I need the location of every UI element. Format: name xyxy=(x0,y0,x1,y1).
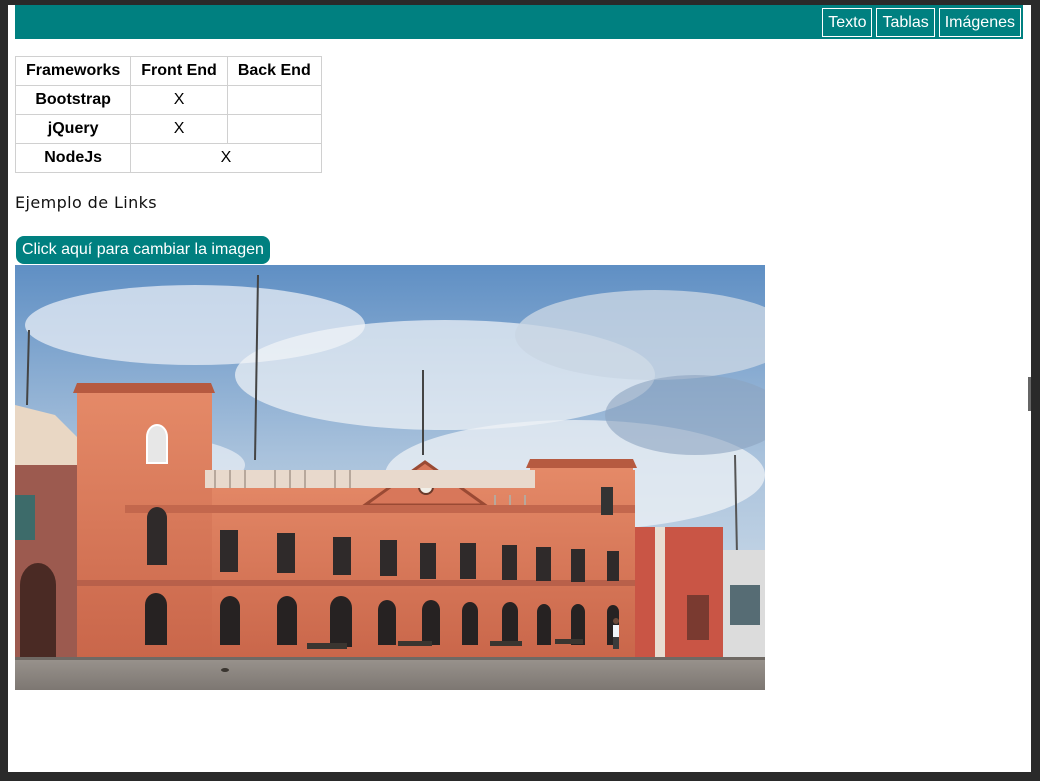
nav-link-texto[interactable]: Texto xyxy=(822,8,873,37)
table-row: jQuery X xyxy=(14,114,322,144)
navbar: Texto Tablas Imágenes xyxy=(15,5,1023,39)
scroll-edge-marker xyxy=(1028,377,1031,411)
cell-front-end: X xyxy=(130,85,228,115)
nav-link-imagenes[interactable]: Imágenes xyxy=(938,8,1021,37)
header-back-end: Back End xyxy=(226,56,322,86)
row-name-jquery: jQuery xyxy=(14,114,132,144)
table-row: NodeJs X xyxy=(14,143,322,173)
table-header-row: Frameworks Front End Back End xyxy=(14,56,322,86)
cell-back-end xyxy=(226,85,322,115)
cell-front-back-end: X xyxy=(130,143,322,173)
nav-links: Texto Tablas Imágenes xyxy=(822,8,1021,37)
frameworks-table: Frameworks Front End Back End Bootstrap … xyxy=(14,56,322,173)
header-frameworks: Frameworks xyxy=(14,56,132,86)
row-name-nodejs: NodeJs xyxy=(14,143,132,173)
change-image-button[interactable]: Click aquí para cambiar la imagen xyxy=(16,236,270,264)
nav-link-tablas[interactable]: Tablas xyxy=(876,8,935,37)
row-name-bootstrap: Bootstrap xyxy=(14,85,132,115)
page: Texto Tablas Imágenes Frameworks Front E… xyxy=(8,5,1031,772)
colonial-building-photo xyxy=(15,265,765,690)
cell-back-end xyxy=(226,114,322,144)
links-section-title: Ejemplo de Links xyxy=(15,193,158,212)
cell-front-end: X xyxy=(130,114,228,144)
table-row: Bootstrap X xyxy=(14,85,322,115)
header-front-end: Front End xyxy=(130,56,228,86)
